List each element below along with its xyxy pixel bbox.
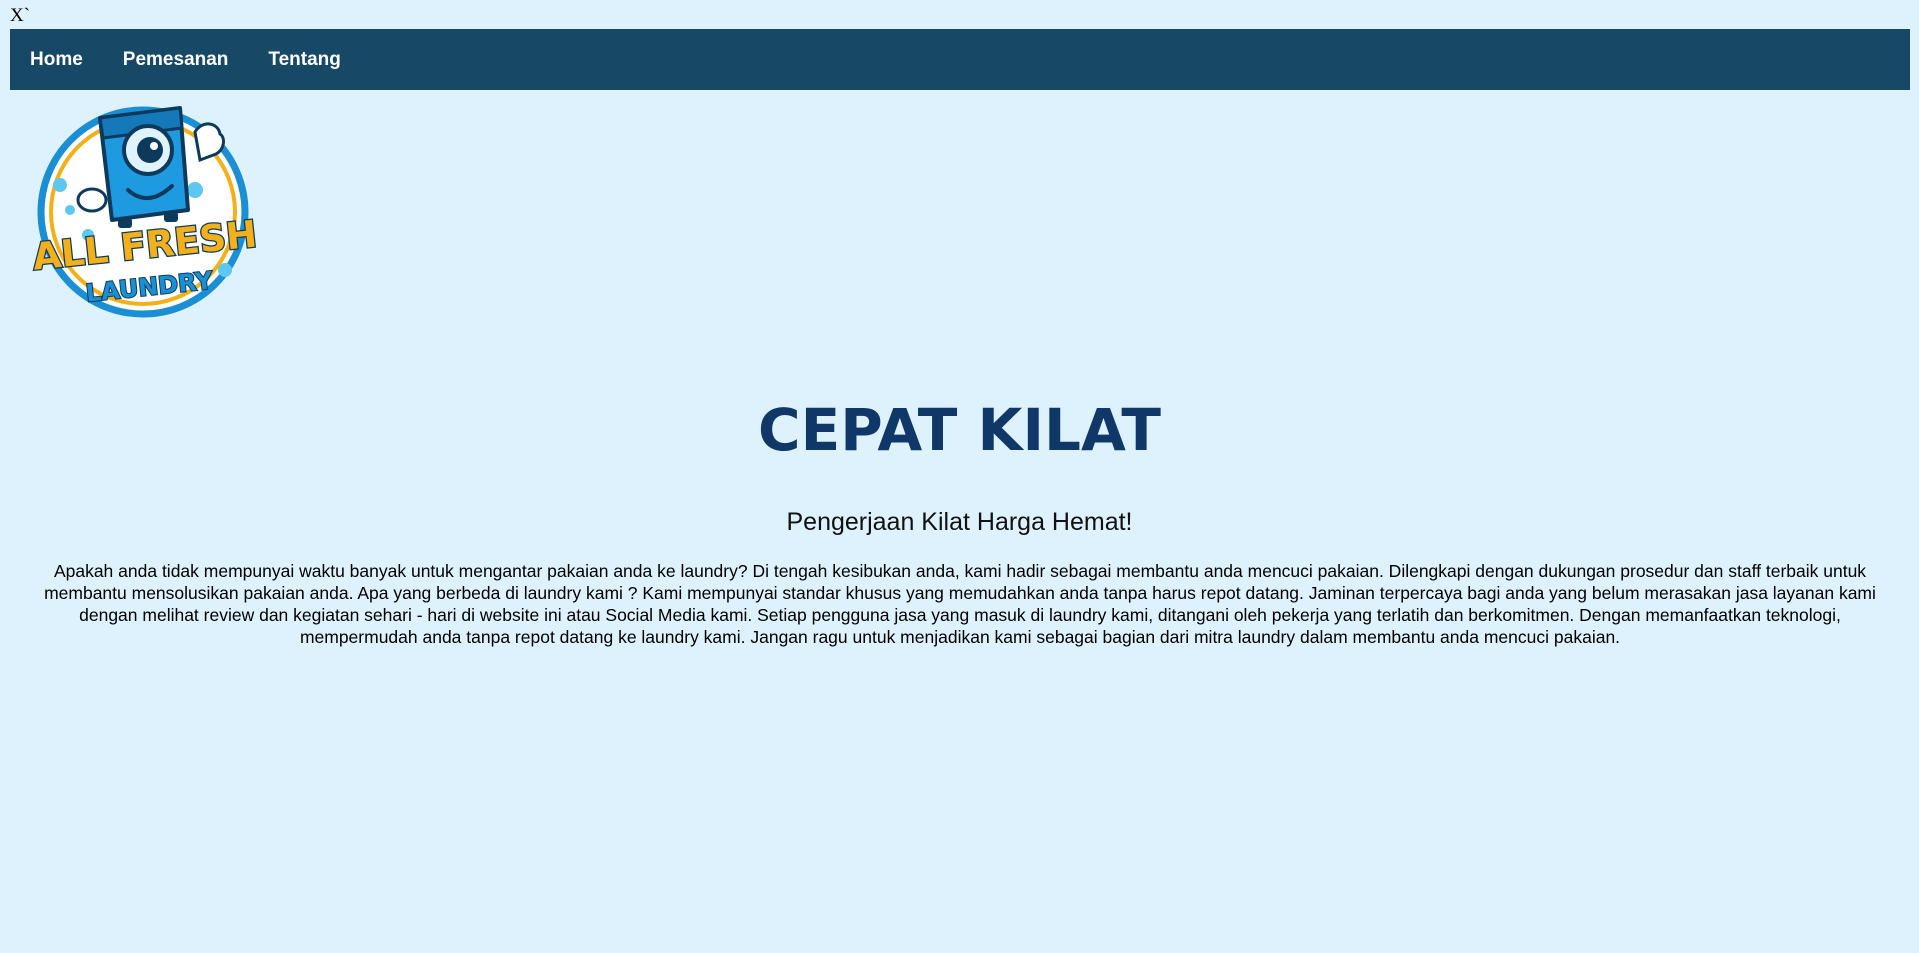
top-navbar: Home Pemesanan Tentang (10, 29, 1910, 90)
stray-text: X` (10, 5, 31, 26)
nav-pemesanan-link[interactable]: Pemesanan (123, 49, 229, 71)
all-fresh-laundry-logo: ALL FRESH LAUNDRY (29, 100, 260, 320)
nav-home-link[interactable]: Home (30, 49, 83, 71)
nav-tentang-link[interactable]: Tentang (268, 49, 340, 71)
hero-subtitle: Pengerjaan Kilat Harga Hemat! (786, 508, 1133, 536)
hero-title: CEPAT KILAT (758, 396, 1161, 464)
hero-description: Apakah anda tidak mempunyai waktu banyak… (44, 561, 1876, 647)
